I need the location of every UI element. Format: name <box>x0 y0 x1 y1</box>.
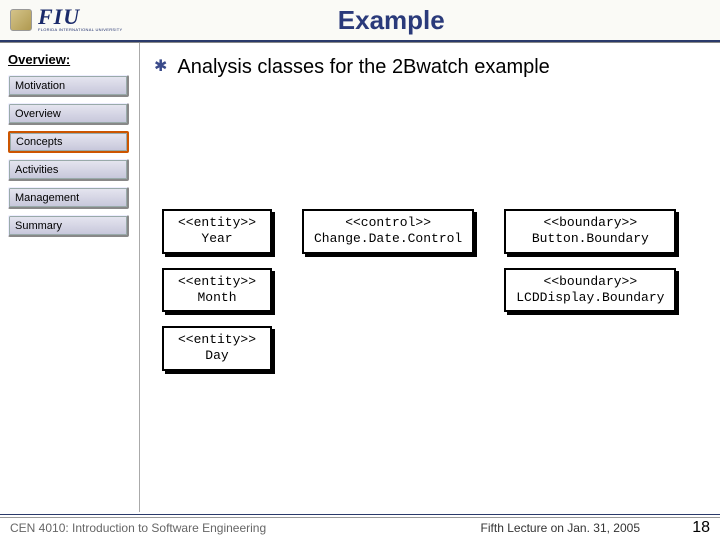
sidebar-item-overview[interactable]: Overview <box>8 103 129 125</box>
asterisk-icon: ✱ <box>154 56 167 78</box>
uml-stereo: <<entity>> <box>174 332 260 348</box>
main-content: ✱ Analysis classes for the 2Bwatch examp… <box>140 42 720 512</box>
uml-stereo: <<control>> <box>314 215 462 231</box>
uml-name: LCDDisplay.Boundary <box>516 290 664 306</box>
sidebar-item-summary[interactable]: Summary <box>8 215 129 237</box>
footer-page-number: 18 <box>680 519 710 537</box>
sidebar: Overview: Motivation Overview Concepts A… <box>0 42 140 512</box>
slide-title: Example <box>123 5 720 36</box>
sidebar-section-label: Overview: <box>8 52 129 67</box>
slide-header: FIU FLORIDA INTERNATIONAL UNIVERSITY Exa… <box>0 0 720 42</box>
slide-footer: CEN 4010: Introduction to Software Engin… <box>0 514 720 540</box>
sidebar-item-label: Management <box>15 192 79 204</box>
logo-subtext: FLORIDA INTERNATIONAL UNIVERSITY <box>38 27 123 32</box>
seal-icon <box>10 9 32 31</box>
uml-name: Button.Boundary <box>516 231 664 247</box>
uml-stereo: <<boundary>> <box>516 215 664 231</box>
uml-box-year: <<entity>> Year <box>162 209 272 254</box>
uml-box-month: <<entity>> Month <box>162 268 272 313</box>
sidebar-item-label: Overview <box>15 108 61 120</box>
uml-box-buttonboundary: <<boundary>> Button.Boundary <box>504 209 676 254</box>
sidebar-item-label: Motivation <box>15 80 65 92</box>
footer-rule <box>0 517 720 518</box>
uml-name: Year <box>174 231 260 247</box>
sidebar-item-label: Concepts <box>16 136 62 148</box>
uml-stereo: <<entity>> <box>174 215 260 231</box>
sidebar-item-label: Summary <box>15 220 62 232</box>
uml-boxes: <<entity>> Year <<entity>> Month <<entit… <box>162 209 702 371</box>
uml-col-boundary: <<boundary>> Button.Boundary <<boundary>… <box>504 209 676 371</box>
sidebar-item-activities[interactable]: Activities <box>8 159 129 181</box>
bullet-text: Analysis classes for the 2Bwatch example <box>177 56 549 79</box>
uml-name: Change.Date.Control <box>314 231 462 247</box>
sidebar-item-management[interactable]: Management <box>8 187 129 209</box>
footer-course: CEN 4010: Introduction to Software Engin… <box>10 521 266 535</box>
slide-body: Overview: Motivation Overview Concepts A… <box>0 42 720 512</box>
uml-box-lcddisplayboundary: <<boundary>> LCDDisplay.Boundary <box>504 268 676 313</box>
uml-stereo: <<boundary>> <box>516 274 664 290</box>
sidebar-item-motivation[interactable]: Motivation <box>8 75 129 97</box>
uml-name: Day <box>174 348 260 364</box>
uml-box-changedatecontrol: <<control>> Change.Date.Control <box>302 209 474 254</box>
uml-stereo: <<entity>> <box>174 274 260 290</box>
uml-box-day: <<entity>> Day <box>162 326 272 371</box>
uml-col-control: <<control>> Change.Date.Control <box>302 209 474 371</box>
uml-name: Month <box>174 290 260 306</box>
logo-text: FIU <box>38 8 123 27</box>
sidebar-item-label: Activities <box>15 164 58 176</box>
sidebar-item-concepts[interactable]: Concepts <box>8 131 129 153</box>
uml-col-entity: <<entity>> Year <<entity>> Month <<entit… <box>162 209 272 371</box>
bullet-row: ✱ Analysis classes for the 2Bwatch examp… <box>154 56 702 79</box>
footer-lecture: Fifth Lecture on Jan. 31, 2005 <box>266 521 680 535</box>
fiu-logo: FIU FLORIDA INTERNATIONAL UNIVERSITY <box>38 8 123 32</box>
